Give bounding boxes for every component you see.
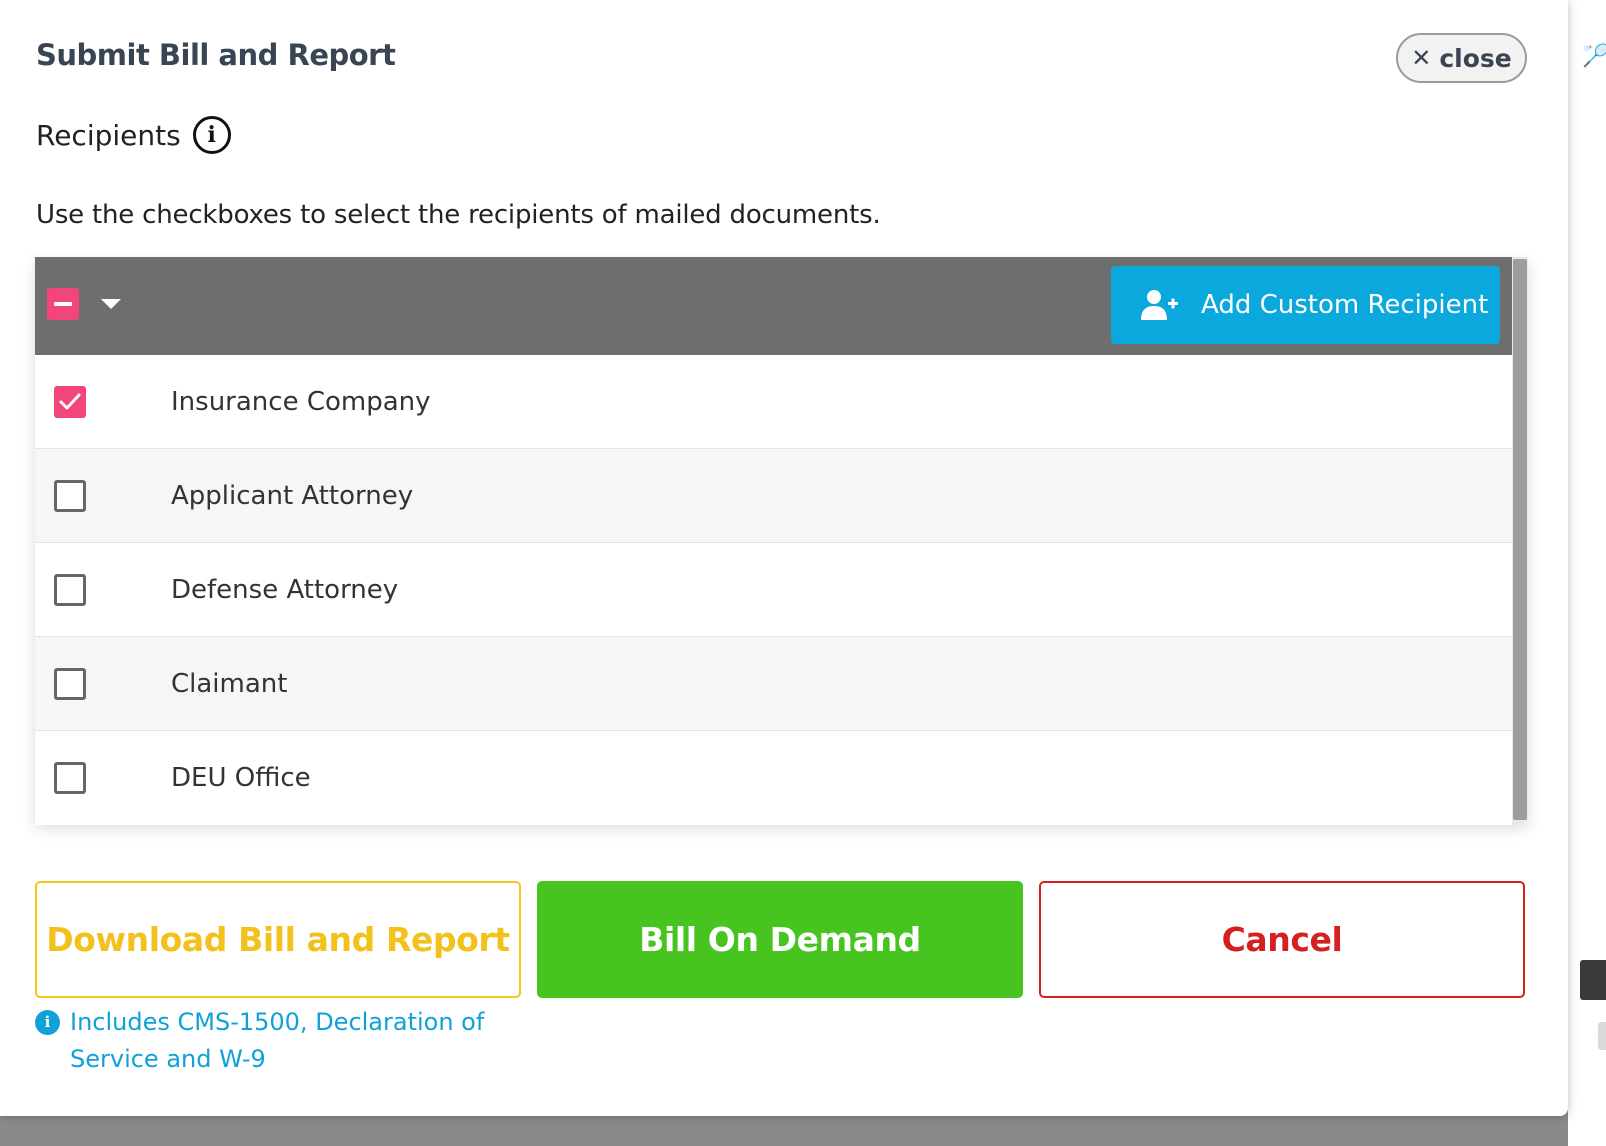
indeterminate-icon: [54, 302, 72, 306]
recipients-heading: Recipients i: [36, 116, 231, 154]
background-fragment: 🏸: [1582, 44, 1606, 69]
close-button[interactable]: ✕ close: [1396, 33, 1527, 83]
recipient-row-claimant[interactable]: Claimant: [35, 637, 1512, 731]
recipient-checkbox[interactable]: [54, 762, 86, 794]
cancel-button[interactable]: Cancel: [1039, 881, 1525, 998]
recipient-row-deu-office[interactable]: DEU Office: [35, 731, 1512, 825]
recipient-label: Insurance Company: [171, 386, 431, 417]
check-icon: [59, 393, 81, 409]
add-custom-recipient-label: Add Custom Recipient: [1201, 290, 1489, 320]
recipients-table: Add Custom Recipient Insurance Company A…: [35, 257, 1528, 825]
background-page-edge: 🏸: [1568, 0, 1606, 1146]
add-user-icon: [1141, 290, 1178, 320]
background-fragment: [1598, 1022, 1606, 1050]
recipient-row-applicant-attorney[interactable]: Applicant Attorney: [35, 449, 1512, 543]
modal-title: Submit Bill and Report: [36, 38, 396, 72]
submit-bill-modal: Submit Bill and Report ✕ close Recipient…: [0, 0, 1568, 1116]
download-bill-report-button[interactable]: Download Bill and Report: [35, 881, 521, 998]
info-icon: i: [35, 1010, 60, 1035]
recipient-label: DEU Office: [171, 763, 311, 793]
instructions-text: Use the checkboxes to select the recipie…: [36, 200, 881, 230]
recipient-checkbox[interactable]: [54, 573, 86, 606]
recipient-checkbox-checked[interactable]: [54, 385, 86, 418]
bill-on-demand-button[interactable]: Bill On Demand: [537, 881, 1023, 998]
close-icon: ✕: [1411, 44, 1432, 72]
background-fragment: [1580, 960, 1606, 1000]
recipient-rows: Insurance Company Applicant Attorney Def…: [35, 355, 1512, 825]
recipient-row-insurance-company[interactable]: Insurance Company: [35, 355, 1512, 449]
recipient-label: Defense Attorney: [171, 574, 399, 605]
recipient-label: Applicant Attorney: [171, 480, 414, 511]
recipient-label: Claimant: [171, 668, 288, 699]
close-label: close: [1439, 43, 1512, 73]
recipient-row-defense-attorney[interactable]: Defense Attorney: [35, 543, 1512, 637]
scrollbar-thumb[interactable]: [1513, 259, 1527, 820]
table-scrollbar[interactable]: [1512, 257, 1528, 822]
table-header: Add Custom Recipient: [35, 257, 1512, 355]
info-icon[interactable]: i: [192, 116, 231, 154]
caret-down-icon[interactable]: [101, 299, 121, 309]
download-note: i Includes CMS-1500, Declaration of Serv…: [35, 1004, 505, 1078]
recipient-checkbox[interactable]: [54, 479, 86, 512]
recipient-checkbox[interactable]: [54, 667, 86, 700]
select-all-checkbox[interactable]: [47, 288, 79, 320]
download-note-text: Includes CMS-1500, Declaration of Servic…: [70, 1008, 485, 1073]
recipients-label: Recipients: [36, 118, 181, 152]
add-custom-recipient-button[interactable]: Add Custom Recipient: [1111, 266, 1500, 344]
